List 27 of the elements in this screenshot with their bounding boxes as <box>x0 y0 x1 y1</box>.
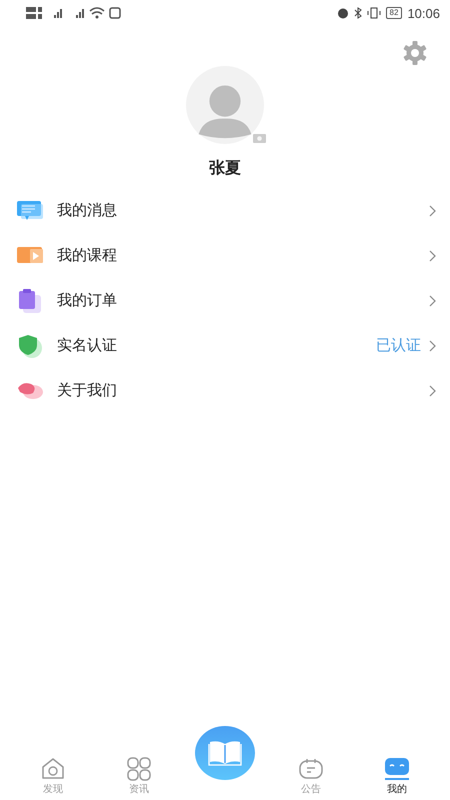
chat-bubble-icon <box>17 198 45 222</box>
menu-item[interactable]: 实名认证 已认证 <box>0 323 450 368</box>
clock-time: 10:06 <box>407 6 440 20</box>
settings-icon[interactable] <box>402 40 428 66</box>
chevron-right-icon <box>429 250 436 262</box>
avatar-placeholder-icon[interactable] <box>186 66 264 144</box>
chevron-right-icon <box>429 204 436 216</box>
menu-item[interactable]: 我的课程 <box>0 233 450 278</box>
open-book-icon <box>208 740 242 766</box>
face-icon <box>385 757 409 781</box>
house-play-icon <box>41 757 65 781</box>
nav-tab[interactable]: 我的 <box>367 757 427 796</box>
menu-item[interactable]: 我的消息 <box>0 188 450 233</box>
camera-icon[interactable] <box>253 133 266 143</box>
chevron-right-icon <box>429 294 436 306</box>
battery-level: 82 <box>386 7 402 19</box>
calendar-note-icon <box>299 757 323 781</box>
status-text: 已认证 <box>376 336 421 355</box>
menu-item[interactable]: 关于我们 <box>0 368 450 413</box>
chevron-right-icon <box>429 384 436 396</box>
bluetooth-icon <box>354 7 362 19</box>
user-name: 张夏 <box>209 158 241 179</box>
grid-icon <box>127 757 151 781</box>
chevron-right-icon <box>429 340 436 352</box>
menu-item[interactable]: 我的订单 <box>0 278 450 323</box>
vibrate-icon <box>366 7 381 19</box>
shield-icon <box>17 334 45 358</box>
